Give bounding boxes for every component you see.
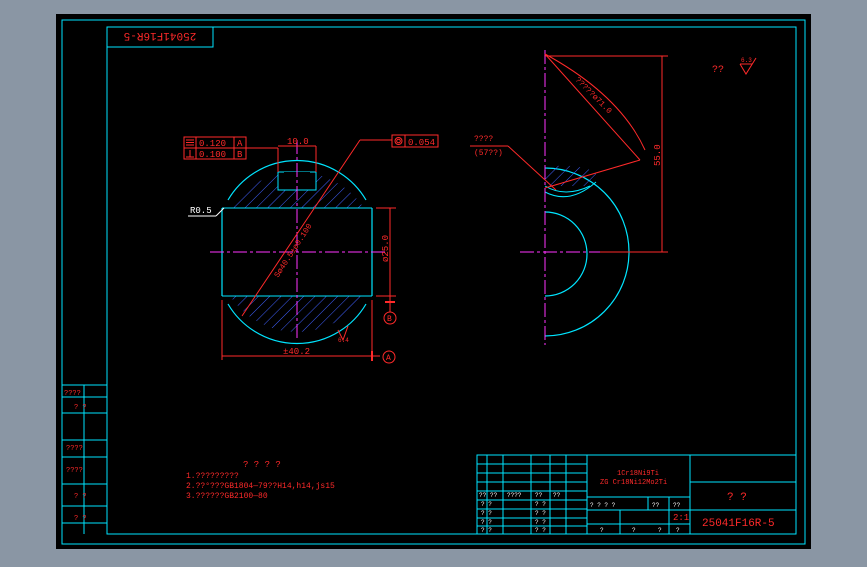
side-label-1: ???? xyxy=(474,135,493,144)
material-1: 1Cr18Ni9Ti xyxy=(617,470,659,478)
concentricity-value: 0.054 xyxy=(408,138,435,148)
info-cell: ? ? ? ? xyxy=(590,502,616,509)
bottom-cell: ? xyxy=(600,527,604,534)
left-cell: ? ? xyxy=(481,510,492,517)
notes-line: 1.????????? xyxy=(186,472,239,481)
left-strip-row: ???? xyxy=(64,390,81,398)
left-strip-row: ???? xyxy=(66,467,83,475)
roundness-datum: A xyxy=(237,139,243,149)
height-label: ø25.0 xyxy=(381,235,391,262)
roughness-value: 6.3 xyxy=(741,57,752,64)
perpendicularity-datum: B xyxy=(237,150,243,160)
header-cell: ?? xyxy=(553,492,561,499)
roughness-label: ?? xyxy=(712,65,724,76)
header-cell: ?? xyxy=(479,492,487,499)
mid-cell: ? ? xyxy=(535,510,546,517)
info-cell: ?? xyxy=(673,502,681,509)
drawing-canvas: 25041F16R-5 ???? ? ? ???? ???? ? ? ? ? S… xyxy=(56,14,811,549)
roughness-small: 6.4 xyxy=(338,337,349,344)
header-cell: ?? xyxy=(490,492,498,499)
part-name: ? ? xyxy=(727,492,747,504)
left-strip-row: ? ? xyxy=(74,515,87,523)
cad-viewport[interactable]: 25041F16R-5 ???? ? ? ???? ???? ? ? ? ? S… xyxy=(0,0,867,562)
fillet-label: R0.5 xyxy=(190,206,212,216)
slot-width-label: 10.0 xyxy=(287,137,309,147)
bottom-cell: ? xyxy=(632,527,636,534)
header-cell: ?? xyxy=(535,492,543,499)
mid-cell: ? ? xyxy=(535,519,546,526)
title-tab-text: 25041F16R-5 xyxy=(124,29,197,41)
left-strip-row: ? ? xyxy=(74,404,87,412)
left-strip-row: ???? xyxy=(66,445,83,453)
bottom-cell: ? xyxy=(676,527,680,534)
side-label-2: (57??) xyxy=(474,149,503,158)
material-2: ZG Cr18Ni12Mo2Ti xyxy=(600,479,667,487)
info-cell: ?? xyxy=(652,502,660,509)
notes-heading: ? ? ? ? xyxy=(243,460,281,470)
left-strip-row: ? ? xyxy=(74,493,87,501)
side-height-label: 55.0 xyxy=(653,144,663,166)
datum-a: A xyxy=(386,354,391,363)
roundness-value: 0.120 xyxy=(199,139,226,149)
scale: 2:1 xyxy=(673,513,689,523)
mid-cell: ? ? xyxy=(535,527,546,534)
left-cell: ? ? xyxy=(481,527,492,534)
notes-line: 2.??°???GB1804—79??H14,h14,js15 xyxy=(186,482,335,491)
mid-cell: ? ? xyxy=(535,501,546,508)
header-cell: ???? xyxy=(507,492,522,499)
perpendicularity-value: 0.100 xyxy=(199,150,226,160)
notes-line: 3.??????GB2100—80 xyxy=(186,492,268,501)
drawing-number: 25041F16R-5 xyxy=(702,518,775,530)
datum-b: B xyxy=(387,315,392,324)
drawing-sheet xyxy=(56,14,811,549)
left-cell: ? ? xyxy=(481,501,492,508)
width-label: ±40.2 xyxy=(283,347,310,357)
bottom-cell: ? xyxy=(658,527,662,534)
left-cell: ? ? xyxy=(481,519,492,526)
